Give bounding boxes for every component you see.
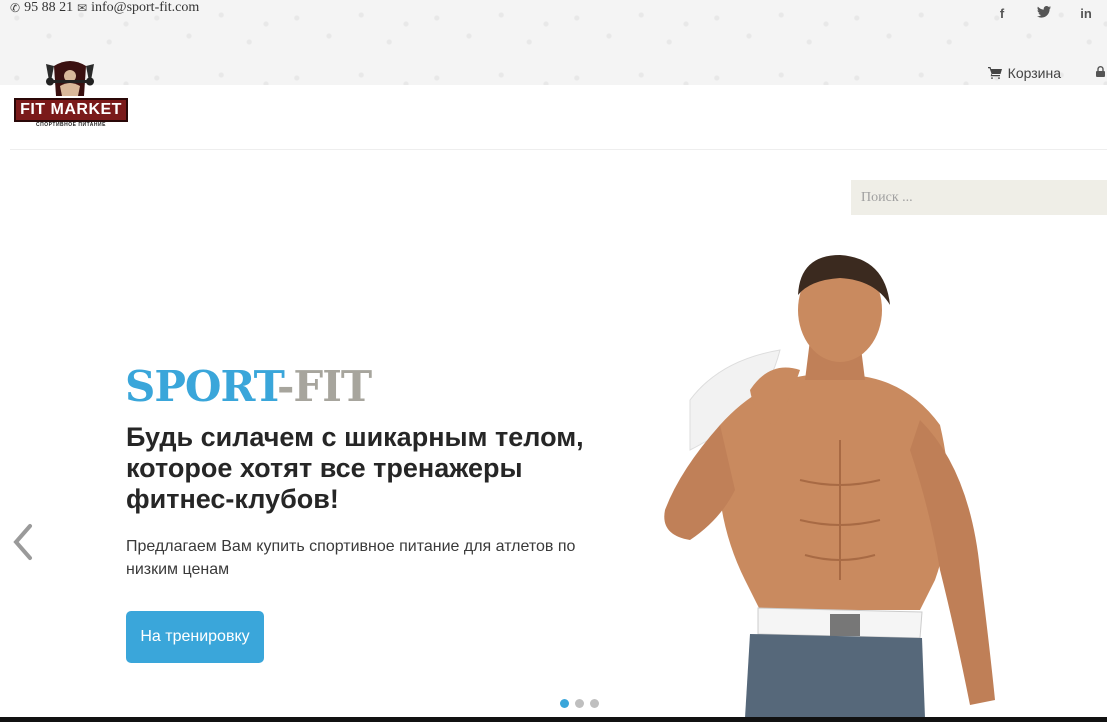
hero-description: Предлагаем Вам купить спортивное питание…	[126, 538, 576, 578]
search-input[interactable]	[851, 180, 1107, 215]
bottom-bar	[0, 717, 1107, 722]
athlete-image	[664, 255, 995, 718]
site-logo[interactable]: FIT MARKET СПОРТИВНОЕ ПИТАНИЕ	[14, 56, 128, 128]
slider-dot-1[interactable]	[560, 699, 569, 708]
logo-emblem-icon	[46, 61, 94, 96]
slider-dot-3[interactable]	[590, 699, 599, 708]
top-bar: ✆ 95 88 21 ✉ info@sport-fit.com f in Кор…	[0, 0, 1107, 85]
twitter-icon[interactable]	[1037, 6, 1051, 21]
slider-dots	[560, 699, 599, 708]
to-training-button[interactable]: На тренировку	[126, 611, 264, 663]
hero-title-part2: -FIT	[276, 362, 372, 411]
hero-title: SPORT-FIT	[125, 362, 372, 411]
logo-tagline: СПОРТИВНОЕ ПИТАНИЕ	[36, 122, 106, 128]
phone-number: 95 88 21	[24, 0, 74, 15]
linkedin-icon[interactable]: in	[1079, 6, 1093, 21]
header-divider	[10, 149, 1107, 150]
facebook-icon[interactable]: f	[995, 6, 1009, 21]
logo-wordmark: FIT MARKET	[14, 98, 128, 122]
contact-info: ✆ 95 88 21 ✉ info@sport-fit.com	[10, 0, 199, 16]
slider-dot-2[interactable]	[575, 699, 584, 708]
email-link[interactable]: info@sport-fit.com	[91, 0, 199, 16]
social-links: f in	[995, 6, 1093, 21]
cart-label: Корзина	[1007, 65, 1061, 81]
cart-icon	[987, 67, 1002, 79]
hero-heading: Будь силачем с шикарным телом, которое х…	[126, 422, 584, 514]
hero-title-part1: SPORT	[125, 362, 278, 411]
lock-icon[interactable]	[1096, 66, 1105, 80]
cart-link[interactable]: Корзина	[987, 65, 1061, 81]
phone-icon: ✆	[10, 0, 21, 15]
envelope-icon: ✉	[77, 0, 88, 15]
slider-prev-arrow-icon[interactable]	[8, 522, 38, 562]
